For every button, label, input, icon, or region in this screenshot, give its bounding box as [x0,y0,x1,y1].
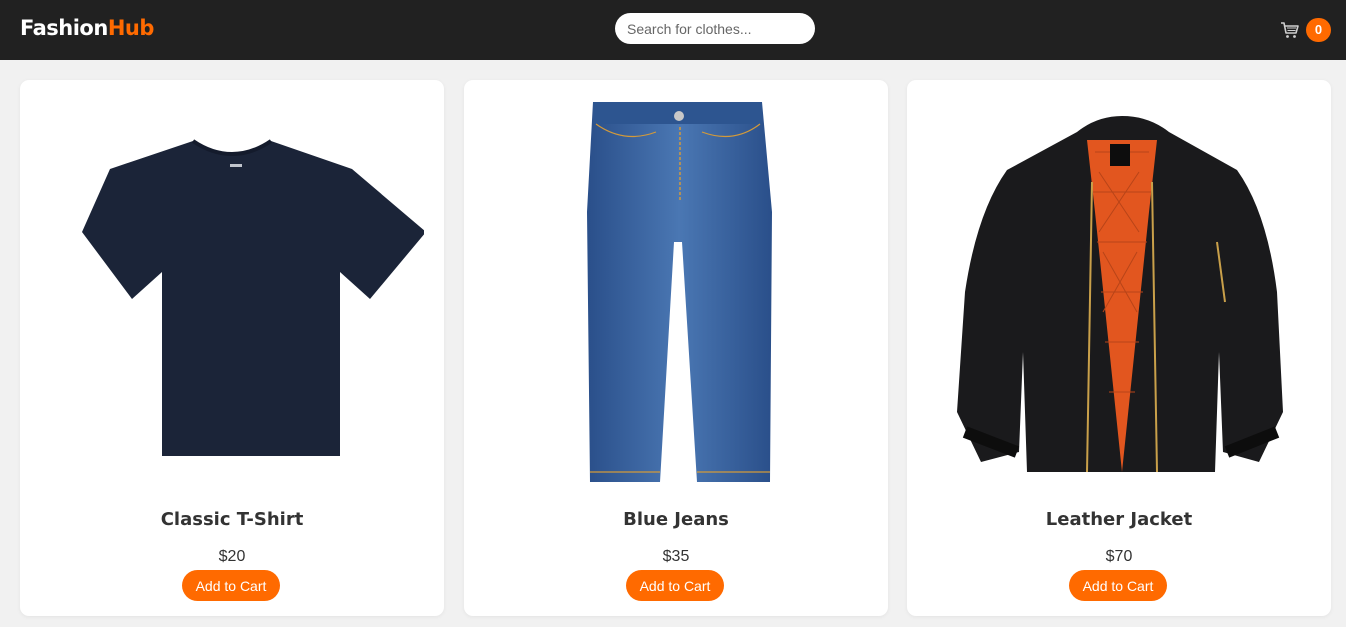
navbar: FashionHub 0 [0,0,1346,60]
product-image-jeans [587,102,772,482]
logo[interactable]: FashionHub [20,15,154,42]
search-input[interactable] [615,13,815,44]
product-image-jacket [957,116,1283,473]
product-price: $35 [662,548,690,565]
product-name: Leather Jacket [1045,509,1193,530]
logo-text-primary: Fashion [20,16,108,40]
product-card: Classic T-Shirt $20 Add to Cart [20,80,444,616]
add-to-cart-button[interactable]: Add to Cart [1069,570,1167,601]
add-to-cart-button[interactable]: Add to Cart [626,570,724,601]
product-name: Blue Jeans [623,509,729,530]
product-card: Blue Jeans $35 Add to Cart [464,80,888,616]
cart-button[interactable]: 0 [1280,18,1332,42]
add-to-cart-button[interactable]: Add to Cart [182,570,280,601]
cart-count-badge: 0 [1306,18,1331,42]
product-image-tshirt [82,139,424,456]
product-price: $20 [218,548,246,565]
product-card: Leather Jacket $70 Add to Cart [907,80,1331,616]
product-price: $70 [1105,548,1133,565]
cart-icon [1281,22,1299,38]
logo-text-accent: Hub [107,16,155,40]
product-name: Classic T-Shirt [160,509,304,530]
